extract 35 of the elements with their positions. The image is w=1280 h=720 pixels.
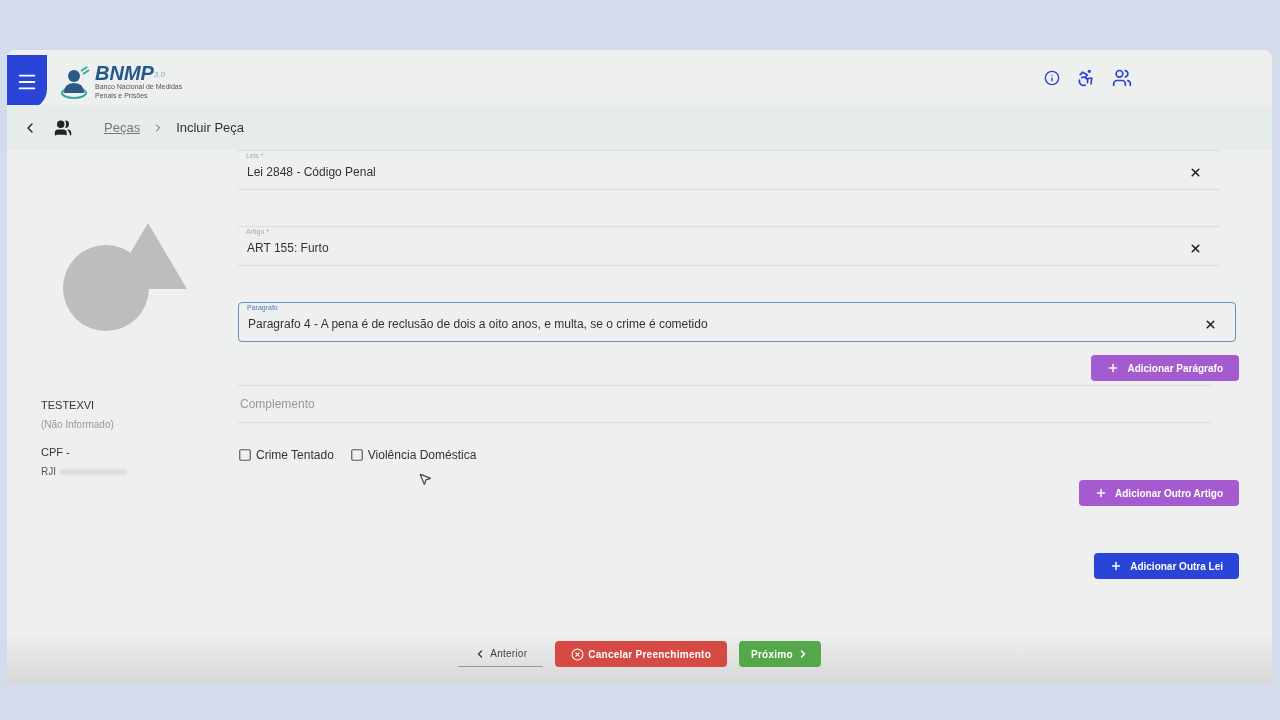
cursor-icon bbox=[418, 472, 432, 486]
clear-icon[interactable] bbox=[1204, 317, 1217, 331]
add-law-button[interactable]: Adicionar Outra Lei bbox=[1094, 553, 1239, 579]
person-name: TESTEXVI bbox=[41, 398, 96, 413]
accessibility-icon[interactable] bbox=[1076, 67, 1096, 88]
checkbox-label: Violência Doméstica bbox=[367, 447, 477, 464]
info-icon[interactable] bbox=[1044, 69, 1060, 86]
plus-icon bbox=[1107, 362, 1120, 374]
field-value: Lei 2848 - Código Penal bbox=[247, 164, 376, 181]
user-icon[interactable] bbox=[1112, 67, 1132, 88]
cancel-icon bbox=[571, 647, 585, 661]
add-article-button[interactable]: Adicionar Outro Artigo bbox=[1079, 480, 1239, 506]
clear-icon[interactable] bbox=[1189, 165, 1202, 179]
checkbox[interactable] bbox=[349, 448, 364, 462]
person-social-name: (Não Informado) bbox=[41, 417, 115, 432]
checkbox-label: Crime Tentado bbox=[256, 447, 334, 464]
breadcrumb-current: Incluir Peça bbox=[176, 118, 245, 137]
clear-icon[interactable] bbox=[1189, 241, 1202, 255]
logo-version: 3.0 bbox=[153, 70, 165, 79]
previous-button[interactable]: Anterior bbox=[458, 641, 544, 667]
people-icon bbox=[54, 118, 72, 137]
logo-text: BNMP bbox=[95, 62, 154, 83]
rji-label: RJI bbox=[41, 465, 56, 479]
field-value: Paragrafo 4 - A pena é de reclusão de dois a oito anos, e multa, se o crime é cometido bbox=[248, 316, 708, 333]
cpf-label: CPF - bbox=[41, 444, 71, 460]
placeholder-avatar-icon bbox=[63, 223, 187, 333]
plus-icon bbox=[1110, 560, 1123, 572]
cancel-button[interactable]: Cancelar Preenchimento bbox=[555, 641, 727, 667]
person-logo-icon bbox=[61, 64, 91, 99]
breadcrumb-link[interactable]: Peças bbox=[104, 117, 141, 138]
complemento-field[interactable]: Complemento bbox=[238, 385, 1212, 423]
add-paragraph-button[interactable]: Adicionar Parágrafo bbox=[1091, 355, 1239, 381]
plus-icon bbox=[1095, 487, 1108, 499]
checkbox[interactable] bbox=[238, 448, 252, 462]
field-value: ART 155: Furto bbox=[247, 240, 329, 257]
